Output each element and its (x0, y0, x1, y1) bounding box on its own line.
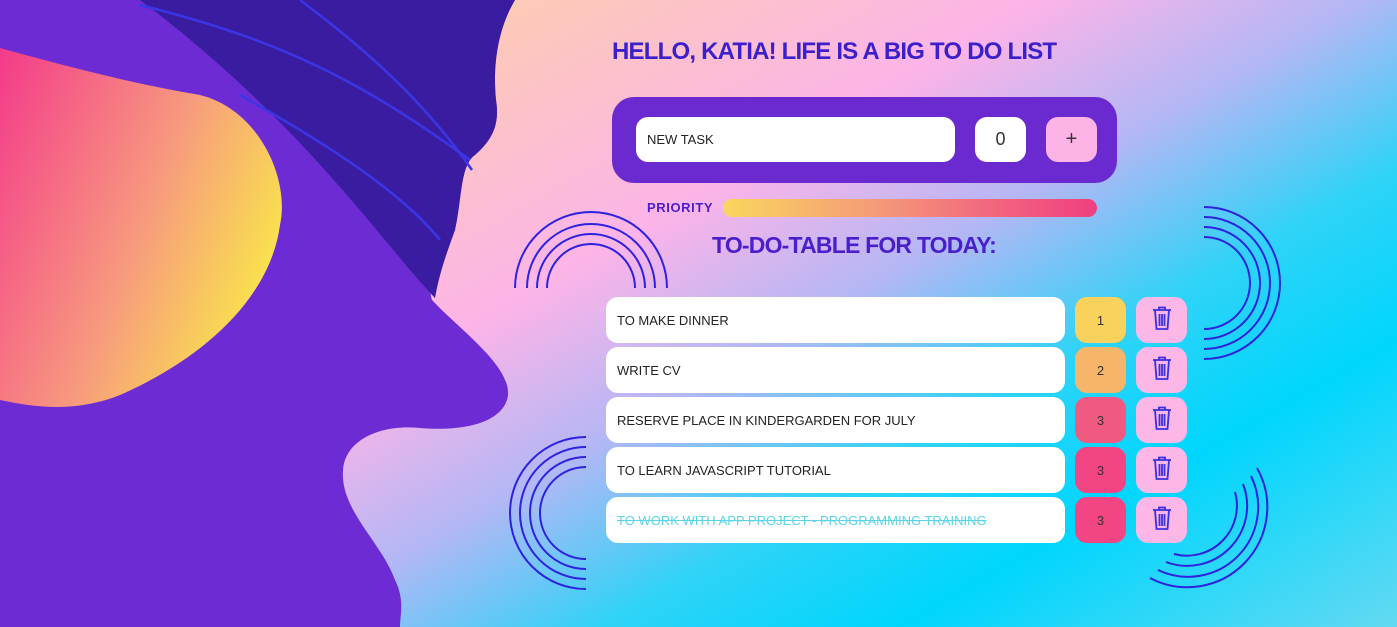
trash-icon (1150, 305, 1174, 336)
task-row: WRITE CV 2 (606, 347, 1187, 393)
trash-icon (1150, 355, 1174, 386)
priority-slider[interactable] (723, 199, 1097, 217)
delete-button[interactable] (1136, 447, 1187, 493)
priority-badge: 1 (1075, 297, 1126, 343)
task-text[interactable]: TO WORK WITH APP PROJECT - PROGRAMMING T… (606, 497, 1065, 543)
priority-badge: 2 (1075, 347, 1126, 393)
task-text[interactable]: TO MAKE DINNER (606, 297, 1065, 343)
task-row: TO WORK WITH APP PROJECT - PROGRAMMING T… (606, 497, 1187, 543)
priority-badge: 3 (1075, 447, 1126, 493)
new-task-input[interactable] (636, 117, 955, 162)
priority-badge: 3 (1075, 497, 1126, 543)
page-title: HELLO, KATIA! LIFE IS A BIG TO DO LIST (612, 38, 1057, 65)
task-text[interactable]: WRITE CV (606, 347, 1065, 393)
task-text[interactable]: RESERVE PLACE IN KINDERGARDEN FOR JULY (606, 397, 1065, 443)
task-row: TO LEARN JAVASCRIPT TUTORIAL 3 (606, 447, 1187, 493)
delete-button[interactable] (1136, 347, 1187, 393)
task-text[interactable]: TO LEARN JAVASCRIPT TUTORIAL (606, 447, 1065, 493)
task-row: RESERVE PLACE IN KINDERGARDEN FOR JULY 3 (606, 397, 1187, 443)
delete-button[interactable] (1136, 397, 1187, 443)
delete-button[interactable] (1136, 297, 1187, 343)
priority-badge: 3 (1075, 397, 1126, 443)
task-row: TO MAKE DINNER 1 (606, 297, 1187, 343)
table-title: TO-DO-TABLE FOR TODAY: (712, 232, 997, 258)
trash-icon (1150, 455, 1174, 486)
trash-icon (1150, 505, 1174, 536)
new-task-panel: 0 + (612, 97, 1117, 183)
priority-value-display[interactable]: 0 (975, 117, 1026, 162)
add-task-button[interactable]: + (1046, 117, 1097, 162)
trash-icon (1150, 405, 1174, 436)
priority-label: PRIORITY (647, 200, 714, 215)
delete-button[interactable] (1136, 497, 1187, 543)
